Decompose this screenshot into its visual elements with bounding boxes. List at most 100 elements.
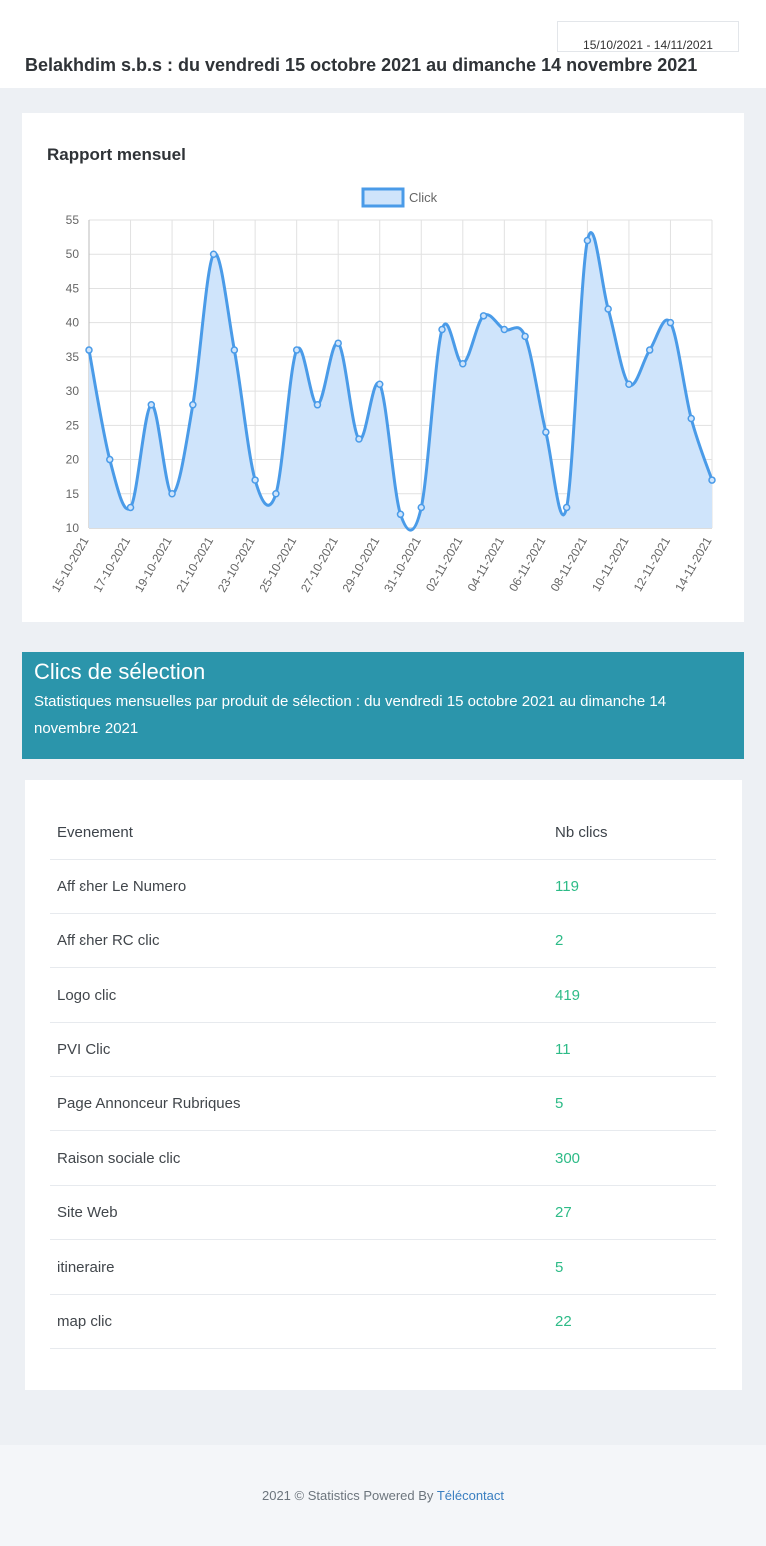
click-count: 2: [555, 932, 564, 949]
event-name: Site Web: [57, 1204, 118, 1221]
x-tick-label: 06-11-2021: [506, 534, 549, 594]
data-point: [562, 503, 571, 512]
table-row: Aff ɛher RC clic 2: [50, 914, 716, 968]
event-name: Aff ɛher RC clic: [57, 932, 160, 949]
monthly-chart: 10 15 20 25 30 35 40 45 50 55 15-10-202117-10-2021…: [49, 187, 716, 595]
x-tick-label: 27-10-2021: [298, 534, 341, 594]
date-range-picker[interactable]: 15/10/2021 - 14/11/2021: [557, 21, 739, 52]
y-tick-label: 50: [66, 247, 80, 261]
click-count: 419: [555, 987, 581, 1004]
data-point: [85, 346, 93, 354]
x-tick-label: 19-10-2021: [132, 534, 175, 594]
y-tick-label: 55: [66, 213, 80, 227]
data-point: [209, 250, 218, 258]
data-point: [459, 359, 467, 368]
data-point: [126, 503, 135, 512]
event-name: map clic: [57, 1313, 113, 1330]
footer-text: 2021 © Statistics Powered By Télécontact: [0, 1488, 766, 1503]
data-point: [521, 332, 529, 341]
data-point: [334, 339, 342, 347]
x-tick-label: 10-11-2021: [589, 534, 632, 594]
y-tick-label: 10: [66, 521, 80, 535]
y-tick-label: 20: [66, 453, 80, 467]
data-point: [666, 318, 675, 327]
data-point: [106, 455, 114, 464]
table-row: PVI Clic 11: [50, 1023, 716, 1077]
footer-link[interactable]: Télécontact: [437, 1488, 504, 1503]
x-tick-label: 14-11-2021: [672, 534, 715, 594]
legend-label: Click: [409, 190, 438, 205]
event-name: itineraire: [57, 1259, 115, 1276]
data-point: [147, 401, 156, 409]
chart-card: Rapport mensuel 10 15 20 25 30 35 40 45 50 55 15-1…: [22, 113, 744, 622]
column-header-event: Evenement: [57, 824, 133, 841]
click-count: 300: [555, 1150, 581, 1167]
data-point: [604, 305, 612, 313]
click-count: 22: [555, 1313, 572, 1330]
data-point: [292, 346, 301, 354]
column-header-clicks: Nb clics: [555, 824, 608, 841]
data-point: [168, 490, 176, 498]
x-tick-label: 25-10-2021: [256, 534, 299, 594]
data-point: [251, 476, 259, 484]
table-row: Raison sociale clic 300: [50, 1132, 716, 1186]
y-tick-label: 15: [66, 487, 80, 501]
data-point: [189, 401, 197, 409]
table-row: Page Annonceur Rubriques 5: [50, 1077, 716, 1131]
event-name: Aff ɛher Le Numero: [57, 878, 187, 895]
x-tick-label: 12-11-2021: [631, 534, 674, 594]
x-tick-label: 23-10-2021: [215, 534, 258, 594]
legend-swatch: [361, 187, 405, 208]
x-tick-label: 04-11-2021: [465, 534, 508, 594]
data-point: [625, 380, 633, 389]
selection-banner: Clics de sélection Statistiques mensuell…: [22, 652, 744, 759]
click-count: 11: [555, 1041, 571, 1058]
table-header: Evenement Nb clics: [50, 806, 716, 860]
data-point: [417, 503, 426, 512]
page-title: Belakhdim s.b.s : du vendredi 15 octobre…: [25, 55, 698, 75]
data-point: [479, 312, 488, 320]
table-row: Site Web 27: [50, 1186, 716, 1240]
x-tick-label: 21-10-2021: [173, 534, 216, 594]
data-point: [272, 490, 280, 498]
event-name: Page Annonceur Rubriques: [57, 1095, 241, 1112]
event-name: PVI Clic: [57, 1041, 111, 1058]
data-point: [396, 510, 405, 519]
data-point: [708, 476, 716, 484]
y-tick-label: 30: [66, 384, 80, 398]
click-count: 5: [555, 1095, 564, 1112]
x-tick-label: 02-11-2021: [423, 534, 466, 594]
data-point: [500, 325, 509, 334]
x-tick-label: 29-10-2021: [340, 534, 383, 594]
selection-subtitle: Statistiques mensuelles par produit de s…: [34, 693, 667, 737]
data-point: [230, 346, 239, 354]
event-name: Raison sociale clic: [57, 1150, 181, 1167]
table-row: map clic 22: [50, 1295, 716, 1349]
table-row: itineraire 5: [50, 1241, 716, 1295]
x-tick-label: 08-11-2021: [548, 534, 591, 594]
table-row: Logo clic 419: [50, 969, 716, 1023]
click-count: 119: [555, 878, 579, 895]
data-point: [375, 380, 384, 389]
data-point: [438, 325, 446, 334]
event-name: Logo clic: [57, 987, 117, 1004]
page-footer: 2021 © Statistics Powered By Télécontact: [0, 1445, 766, 1546]
page-header: 15/10/2021 - 14/11/2021 Belakhdim s.b.s …: [0, 0, 766, 88]
y-tick-label: 45: [66, 281, 80, 295]
x-tick-label: 17-10-2021: [90, 534, 133, 594]
footer-copyright: 2021 © Statistics Powered By: [261, 1488, 437, 1503]
y-tick-label: 35: [66, 350, 80, 364]
x-tick-label: 15-10-2021: [49, 534, 92, 594]
data-point: [583, 236, 592, 245]
series-area: [89, 232, 712, 531]
data-point: [645, 346, 654, 354]
clicks-table: Evenement Nb clics Aff ɛher Le Numero 11…: [25, 780, 742, 1390]
click-count: 27: [555, 1204, 572, 1221]
data-point: [542, 428, 550, 436]
selection-title: Clics de sélection: [34, 659, 206, 684]
table-row: Aff ɛher Le Numero 119: [50, 860, 716, 914]
x-tick-label: 31-10-2021: [381, 534, 424, 594]
data-point: [313, 401, 322, 409]
data-point: [355, 435, 363, 443]
y-tick-label: 40: [66, 316, 80, 330]
